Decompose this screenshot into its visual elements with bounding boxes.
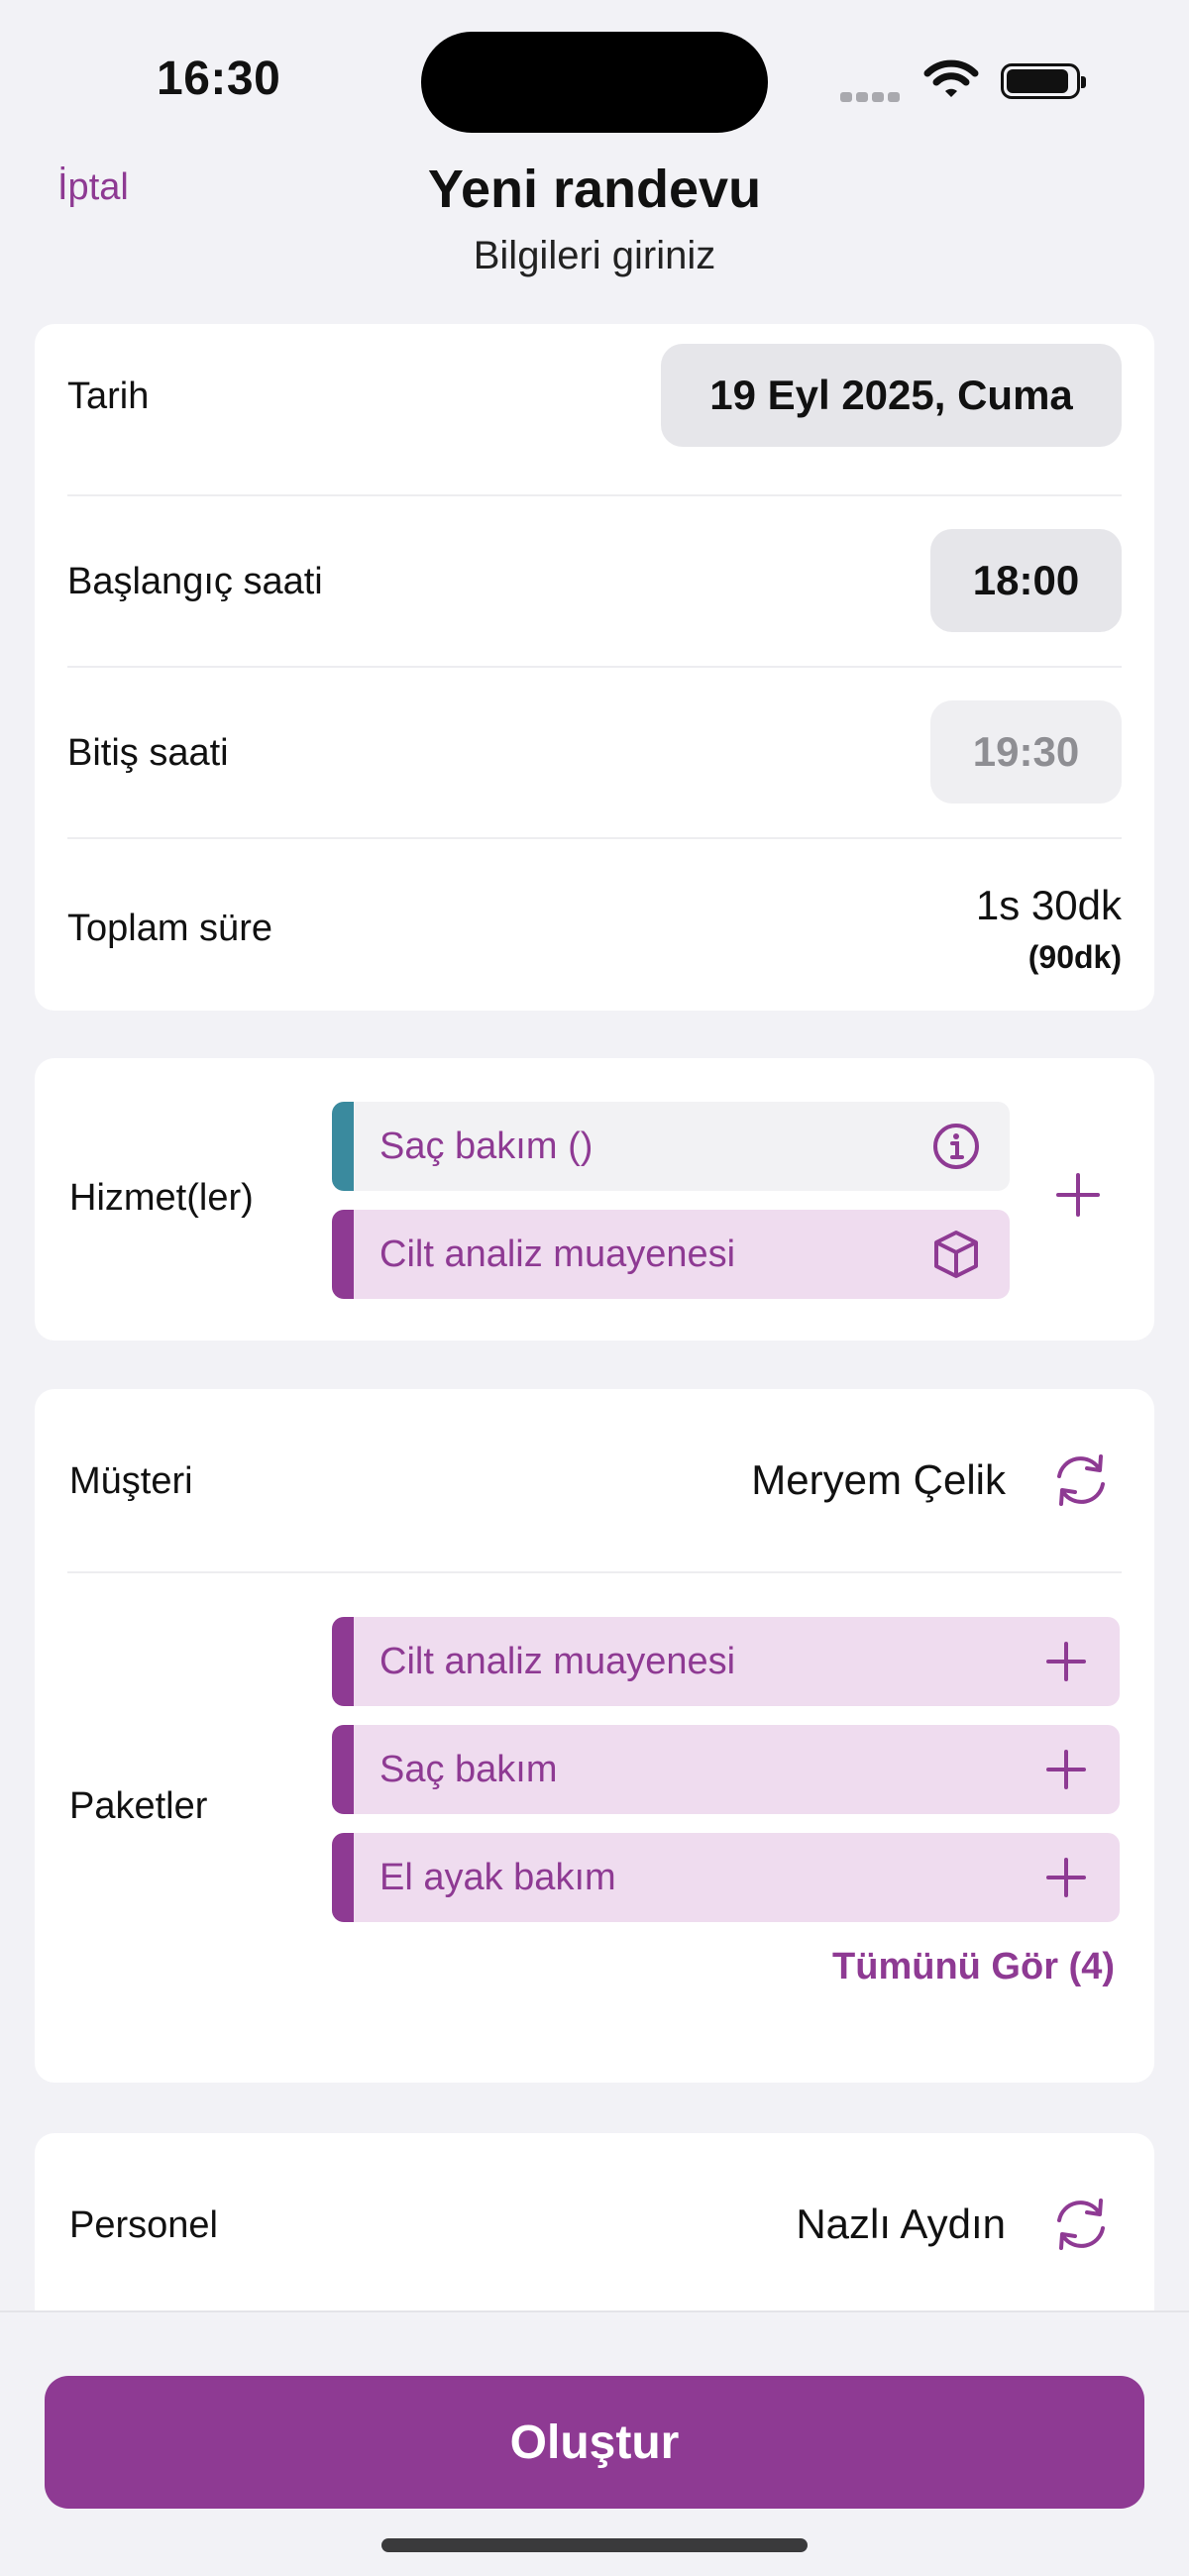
add-package-icon[interactable]: [1036, 1740, 1096, 1799]
package-accent-bar: [332, 1833, 354, 1922]
add-package-icon[interactable]: [1036, 1848, 1096, 1907]
end-time-picker: 19:30: [930, 700, 1122, 804]
wifi-icon: [923, 59, 979, 97]
package-name: Saç bakım: [379, 1748, 558, 1790]
service-accent-bar: [332, 1210, 354, 1299]
end-time-label: Bitiş saati: [67, 732, 229, 774]
service-accent-bar: [332, 1102, 354, 1191]
start-time-picker[interactable]: 18:00: [930, 529, 1122, 632]
services-card: Hizmet(ler) Saç bakım () Cilt analiz mua…: [35, 1058, 1154, 1341]
datetime-card: Tarih 19 Eyl 2025, Cuma Başlangıç saati …: [35, 324, 1154, 1011]
staff-label: Personel: [69, 2204, 218, 2246]
status-time: 16:30: [157, 53, 281, 105]
app-screen: 16:30 İptal Yeni randevu Bilgileri girin…: [0, 0, 1189, 2576]
total-duration-label: Toplam süre: [67, 908, 272, 949]
total-duration-minutes: (90dk): [1027, 939, 1122, 975]
home-indicator[interactable]: [381, 2538, 808, 2552]
date-label: Tarih: [67, 376, 150, 417]
package-name: Cilt analiz muayenesi: [379, 1640, 736, 1682]
divider: [67, 666, 1122, 668]
create-button[interactable]: Oluştur: [45, 2376, 1144, 2509]
service-chip[interactable]: Cilt analiz muayenesi: [332, 1210, 1010, 1299]
service-name: Cilt analiz muayenesi: [379, 1233, 736, 1275]
package-icon: [926, 1225, 986, 1284]
total-duration-row: Toplam süre 1s 30dk (90dk): [67, 882, 1122, 991]
page-title: Yeni randevu: [427, 160, 762, 219]
cellular-signal-icon: [840, 89, 904, 107]
start-time-row: Başlangıç saati 18:00: [67, 529, 1122, 632]
packages-label: Paketler: [69, 1785, 208, 1827]
divider: [67, 494, 1122, 496]
divider: [67, 1571, 1122, 1573]
package-chip[interactable]: Saç bakım: [332, 1725, 1120, 1814]
end-time-row: Bitiş saati 19:30: [67, 700, 1122, 804]
see-all-packages-link[interactable]: Tümünü Gör (4): [832, 1946, 1115, 1988]
customer-name[interactable]: Meryem Çelik: [751, 1456, 1006, 1504]
date-picker[interactable]: 19 Eyl 2025, Cuma: [661, 344, 1122, 447]
customer-card: Müşteri Meryem Çelik Paketler Cilt anali…: [35, 1389, 1154, 2083]
battery-icon: [1001, 63, 1086, 99]
status-icons: [840, 57, 1088, 107]
service-name: Saç bakım (): [379, 1125, 594, 1167]
dynamic-island: [421, 32, 768, 133]
start-time-label: Başlangıç saati: [67, 561, 323, 602]
change-staff-icon[interactable]: [1049, 2193, 1113, 2256]
date-row: Tarih 19 Eyl 2025, Cuma: [67, 344, 1122, 447]
service-chip[interactable]: Saç bakım (): [332, 1102, 1010, 1191]
info-icon[interactable]: [926, 1117, 986, 1176]
divider: [67, 837, 1122, 839]
package-accent-bar: [332, 1617, 354, 1706]
add-service-icon[interactable]: [1055, 1172, 1101, 1218]
add-package-icon[interactable]: [1036, 1632, 1096, 1691]
package-name: El ayak bakım: [379, 1856, 616, 1898]
page-subtitle: Bilgileri giriniz: [473, 234, 716, 277]
staff-name[interactable]: Nazlı Aydın: [796, 2200, 1006, 2248]
change-customer-icon[interactable]: [1049, 1449, 1113, 1512]
total-duration-value: 1s 30dk: [975, 882, 1122, 928]
package-accent-bar: [332, 1725, 354, 1814]
customer-label: Müşteri: [69, 1460, 193, 1502]
package-chip[interactable]: Cilt analiz muayenesi: [332, 1617, 1120, 1706]
package-chip[interactable]: El ayak bakım: [332, 1833, 1120, 1922]
services-label: Hizmet(ler): [69, 1177, 254, 1219]
